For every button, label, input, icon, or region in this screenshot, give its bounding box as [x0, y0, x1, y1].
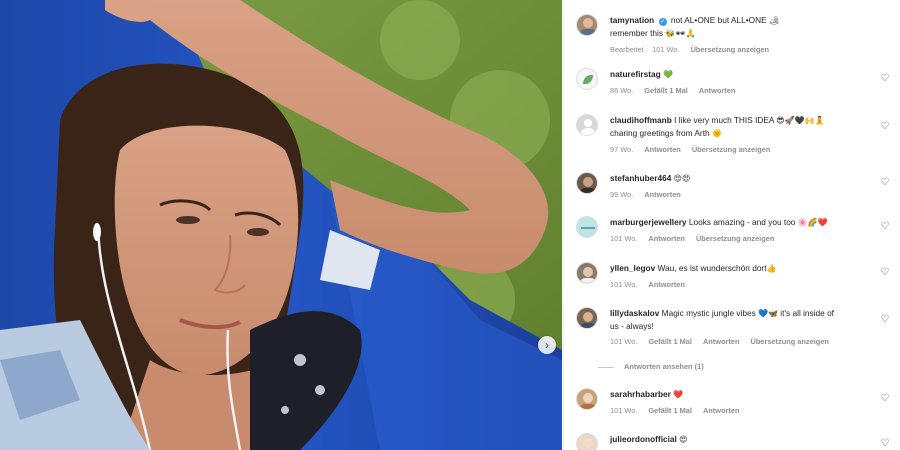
translate-link[interactable]: Übersetzung anzeigen: [692, 145, 770, 154]
heart-outline-icon[interactable]: ♡: [880, 178, 890, 188]
comment-username[interactable]: claudihoffmanb: [610, 115, 672, 125]
caption-text: not AL•ONE but ALL•ONE: [670, 15, 767, 25]
avatar[interactable]: [576, 114, 598, 136]
heart-outline-icon[interactable]: ♡: [880, 394, 890, 404]
verified-badge-icon: ✓: [658, 18, 667, 26]
caption-text-line2: remember this: [610, 28, 664, 38]
comment-emoji: 💙🦋: [758, 309, 778, 318]
caption-emoji-line2: 🐝🕶🙏: [665, 29, 696, 38]
heart-outline-icon[interactable]: ♡: [880, 268, 890, 278]
comment-emoji: 😍😍: [673, 174, 691, 183]
comment-username[interactable]: stefanhuber464: [610, 173, 671, 183]
translate-link[interactable]: Übersetzung anzeigen: [691, 45, 769, 54]
comment-text: I like very much THIS IDEA: [674, 115, 774, 125]
comment-age: 101 Wo.: [610, 234, 638, 243]
comment-text-line2: us - always!: [610, 321, 654, 331]
post-age: 101 Wo.: [652, 45, 680, 54]
comment-text-line2: charing greetings from Arth: [610, 128, 710, 138]
comment-emoji: 😎🚀🖤🙌🧘: [776, 116, 825, 125]
comment-username[interactable]: lillydaskalov: [610, 308, 659, 318]
chevron-right-icon: ›: [545, 338, 549, 352]
edited-label: Bearbeitet: [610, 45, 644, 54]
comment-age: 101 Wo.: [610, 406, 638, 415]
comment-text: Wau, es ist wunderschön dort: [657, 263, 767, 273]
comment-text: Magic mystic jungle vibes: [661, 308, 756, 318]
post-photo: ›: [0, 0, 562, 450]
comment-emoji: 💚: [663, 70, 673, 79]
comment-username[interactable]: marburgerjewellery: [610, 217, 687, 227]
avatar[interactable]: [576, 14, 598, 36]
comment-likes[interactable]: Gefällt 1 Mal: [648, 406, 692, 415]
comment-text: Looks amazing - and you too: [688, 217, 796, 227]
reply-button[interactable]: Antworten: [703, 406, 740, 415]
avatar[interactable]: [576, 216, 598, 238]
heart-outline-icon[interactable]: ♡: [880, 122, 890, 132]
reply-button[interactable]: Antworten: [648, 280, 685, 289]
comment-emoji-line2: 🌞: [711, 129, 722, 138]
comment-age: 101 Wo.: [610, 280, 638, 289]
comments-panel: tamynation ✓ not AL•ONE but ALL•ONE 🏕 re…: [563, 0, 900, 450]
comment-emoji: ❤️: [673, 390, 684, 399]
avatar[interactable]: [576, 307, 598, 329]
comment-emoji: 🌸🌈❤️: [797, 218, 828, 227]
comment-likes[interactable]: Gefällt 1 Mal: [648, 337, 692, 346]
comment-age: 101 Wo.: [610, 337, 638, 346]
reply-button[interactable]: Antworten: [644, 190, 681, 199]
heart-outline-icon[interactable]: ♡: [880, 222, 890, 232]
view-replies-button[interactable]: Antworten ansehen (1): [598, 362, 704, 371]
caption-emoji: 🏕: [768, 16, 780, 25]
translate-link[interactable]: Übersetzung anzeigen: [750, 337, 828, 346]
reply-button[interactable]: Antworten: [644, 145, 681, 154]
avatar[interactable]: [576, 262, 598, 284]
avatar[interactable]: [576, 68, 598, 90]
heart-outline-icon[interactable]: ♡: [880, 439, 890, 449]
reply-button[interactable]: Antworten: [703, 337, 740, 346]
divider: [598, 366, 614, 368]
comment-age: 86 Wo.: [610, 86, 634, 95]
comment-emoji: 😍: [679, 435, 688, 444]
heart-outline-icon[interactable]: ♡: [880, 315, 890, 325]
comment-likes[interactable]: Gefällt 1 Mal: [644, 86, 688, 95]
comment-text-continued: it's all inside of: [780, 308, 834, 318]
comment-username[interactable]: sarahrhabarber: [610, 389, 671, 399]
comment-username[interactable]: julieordonofficial: [610, 434, 677, 444]
translate-link[interactable]: Übersetzung anzeigen: [696, 234, 774, 243]
avatar[interactable]: [576, 433, 598, 450]
post-author[interactable]: tamynation: [610, 15, 654, 25]
heart-outline-icon[interactable]: ♡: [880, 74, 890, 84]
comment-username[interactable]: yllen_legov: [610, 263, 655, 273]
avatar[interactable]: [576, 172, 598, 194]
reply-button[interactable]: Antworten: [699, 86, 736, 95]
reply-button[interactable]: Antworten: [648, 234, 685, 243]
next-image-button[interactable]: ›: [538, 336, 556, 354]
comment-username[interactable]: naturefirstag: [610, 69, 661, 79]
comment-age: 97 Wo.: [610, 145, 634, 154]
comment-age: 99 Wo.: [610, 190, 634, 199]
comment-emoji: 👍: [766, 264, 777, 273]
avatar[interactable]: [576, 388, 598, 410]
view-replies-label: Antworten ansehen (1): [624, 362, 704, 371]
